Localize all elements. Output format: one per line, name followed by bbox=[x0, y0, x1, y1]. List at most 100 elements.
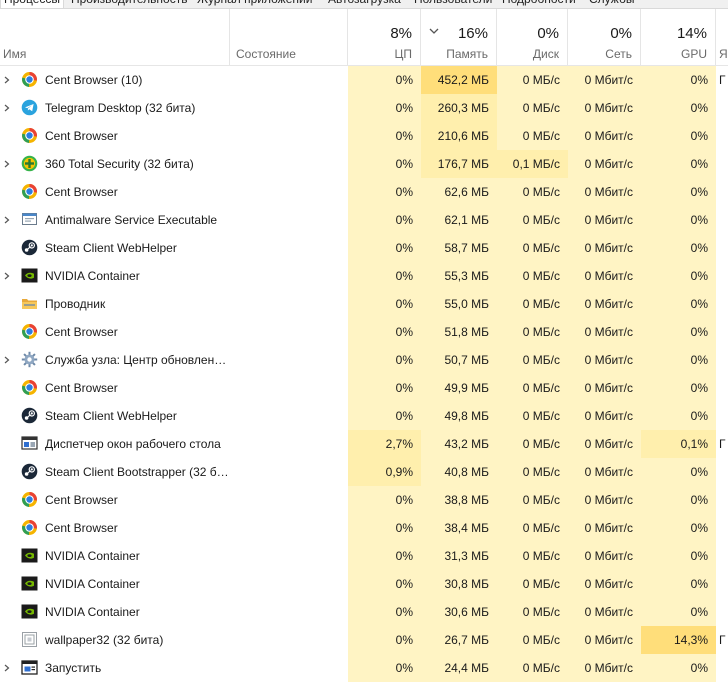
memory-value: 24,4 МБ bbox=[421, 654, 497, 682]
process-row[interactable]: Служба узла: Центр обновлен… 0% 50,7 МБ 0 М… bbox=[0, 346, 728, 374]
gpu-engine-value bbox=[716, 570, 728, 598]
process-row[interactable]: Cent Browser 0% 49,9 МБ 0 МБ/с 0 Мбит/с 0% bbox=[0, 374, 728, 402]
header-disk-label: Диск bbox=[532, 47, 559, 61]
gpu-value: 0% bbox=[641, 570, 716, 598]
cent-browser-icon bbox=[22, 520, 37, 535]
header-gpu-engine-label: Я bbox=[719, 47, 728, 61]
process-row[interactable]: wallpaper32 (32 бита) 0% 26,7 МБ 0 МБ/с 0 Мб… bbox=[0, 626, 728, 654]
row-expand-cell[interactable] bbox=[0, 94, 16, 122]
memory-value: 38,4 МБ bbox=[421, 514, 497, 542]
process-row[interactable]: Проводник 0% 55,0 МБ 0 МБ/с 0 Мбит/с 0% bbox=[0, 290, 728, 318]
header-name[interactable]: Имя bbox=[0, 9, 230, 65]
memory-value: 49,9 МБ bbox=[421, 374, 497, 402]
cpu-value: 2,7% bbox=[348, 430, 421, 458]
process-row[interactable]: Cent Browser 0% 62,6 МБ 0 МБ/с 0 Мбит/с 0% bbox=[0, 178, 728, 206]
tab-services[interactable]: Службы bbox=[586, 0, 637, 8]
tab-startup[interactable]: Автозагрузка bbox=[325, 0, 404, 8]
process-row[interactable]: Steam Client Bootstrapper (32 б… 0,9% 40,8… bbox=[0, 458, 728, 486]
gpu-value: 0% bbox=[641, 206, 716, 234]
row-expand-cell[interactable] bbox=[0, 66, 16, 94]
cpu-value: 0% bbox=[348, 598, 421, 626]
process-row[interactable]: NVIDIA Container 0% 30,8 МБ 0 МБ/с 0 Мбит/с 0… bbox=[0, 570, 728, 598]
process-row[interactable]: Cent Browser (10) 0% 452,2 МБ 0 МБ/с 0 Мбит/… bbox=[0, 66, 728, 94]
network-value: 0 Мбит/с bbox=[568, 150, 641, 178]
process-name: 360 Total Security (32 бита) bbox=[45, 157, 194, 171]
row-expand-cell[interactable] bbox=[0, 150, 16, 178]
process-row[interactable]: Antimalware Service Executable 0% 62,1 МБ 0… bbox=[0, 206, 728, 234]
process-name: Служба узла: Центр обновлен… bbox=[45, 353, 227, 367]
process-name: wallpaper32 (32 бита) bbox=[45, 633, 164, 647]
process-row[interactable]: Диспетчер окон рабочего стола 2,7% 43,2 МБ… bbox=[0, 430, 728, 458]
network-value: 0 Мбит/с bbox=[568, 346, 641, 374]
process-name: Antimalware Service Executable bbox=[45, 213, 218, 227]
process-row[interactable]: Cent Browser 0% 38,8 МБ 0 МБ/с 0 Мбит/с 0% bbox=[0, 486, 728, 514]
row-expand-cell bbox=[0, 626, 16, 654]
cpu-value: 0% bbox=[348, 234, 421, 262]
row-expand-cell bbox=[0, 374, 16, 402]
gpu-value: 0% bbox=[641, 66, 716, 94]
gpu-value: 0% bbox=[641, 290, 716, 318]
process-row[interactable]: Cent Browser 0% 51,8 МБ 0 МБ/с 0 Мбит/с 0% bbox=[0, 318, 728, 346]
expand-chevron-icon[interactable] bbox=[4, 356, 10, 364]
expand-chevron-icon[interactable] bbox=[4, 160, 10, 168]
disk-value: 0 МБ/с bbox=[497, 542, 568, 570]
expand-chevron-icon[interactable] bbox=[4, 664, 10, 672]
tab-strip: Процессы Производительность Журнал прило… bbox=[0, 0, 728, 9]
process-row[interactable]: NVIDIA Container 0% 31,3 МБ 0 МБ/с 0 Мбит/с 0… bbox=[0, 542, 728, 570]
row-expand-cell[interactable] bbox=[0, 262, 16, 290]
process-row[interactable]: Steam Client WebHelper 0% 49,8 МБ 0 МБ/с 0 М… bbox=[0, 402, 728, 430]
row-expand-cell bbox=[0, 514, 16, 542]
gpu-value: 0% bbox=[641, 402, 716, 430]
tab-details[interactable]: Подробности bbox=[499, 0, 579, 8]
process-name: Steam Client Bootstrapper (32 б… bbox=[45, 465, 229, 479]
tab-performance[interactable]: Производительность bbox=[68, 0, 190, 8]
row-icon-cell bbox=[21, 430, 39, 458]
gpu-engine-value bbox=[716, 402, 728, 430]
tab-app-history[interactable]: Журнал приложений bbox=[194, 0, 315, 8]
gpu-value: 0% bbox=[641, 178, 716, 206]
process-row[interactable]: Telegram Desktop (32 бита) 0% 260,3 МБ 0 МБ… bbox=[0, 94, 728, 122]
memory-value: 26,7 МБ bbox=[421, 626, 497, 654]
network-value: 0 Мбит/с bbox=[568, 122, 641, 150]
expand-chevron-icon[interactable] bbox=[4, 76, 10, 84]
process-row[interactable]: NVIDIA Container 0% 55,3 МБ 0 МБ/с 0 Мбит/с 0… bbox=[0, 262, 728, 290]
row-expand-cell[interactable] bbox=[0, 206, 16, 234]
expand-chevron-icon[interactable] bbox=[4, 272, 10, 280]
header-status-label: Состояние bbox=[236, 47, 296, 61]
network-value: 0 Мбит/с bbox=[568, 374, 641, 402]
steam-icon bbox=[21, 239, 38, 256]
process-name: Cent Browser bbox=[45, 185, 118, 199]
process-row[interactable]: Cent Browser 0% 38,4 МБ 0 МБ/с 0 Мбит/с 0% bbox=[0, 514, 728, 542]
cpu-value: 0,9% bbox=[348, 458, 421, 486]
tab-users[interactable]: Пользователи bbox=[411, 0, 495, 8]
gpu-engine-value bbox=[716, 486, 728, 514]
process-row[interactable]: Cent Browser 0% 210,6 МБ 0 МБ/с 0 Мбит/с 0% bbox=[0, 122, 728, 150]
cpu-value: 0% bbox=[348, 262, 421, 290]
header-memory[interactable]: 16% Память bbox=[421, 9, 497, 65]
row-icon-cell bbox=[21, 654, 39, 682]
cpu-value: 0% bbox=[348, 346, 421, 374]
gpu-value: 0% bbox=[641, 122, 716, 150]
process-row[interactable]: 360 Total Security (32 бита) 0% 176,7 МБ 0,… bbox=[0, 150, 728, 178]
gpu-engine-value bbox=[716, 542, 728, 570]
process-row[interactable]: NVIDIA Container 0% 30,6 МБ 0 МБ/с 0 Мбит/с 0… bbox=[0, 598, 728, 626]
row-icon-cell bbox=[21, 570, 39, 598]
tab-processes[interactable]: Процессы bbox=[0, 0, 65, 8]
header-network[interactable]: 0% Сеть bbox=[568, 9, 641, 65]
sort-down-chevron-icon bbox=[429, 28, 439, 34]
gpu-value: 0% bbox=[641, 598, 716, 626]
row-expand-cell[interactable] bbox=[0, 654, 16, 682]
row-expand-cell[interactable] bbox=[0, 346, 16, 374]
header-disk[interactable]: 0% Диск bbox=[497, 9, 568, 65]
header-cpu[interactable]: 8% ЦП bbox=[348, 9, 421, 65]
disk-value: 0 МБ/с bbox=[497, 626, 568, 654]
header-gpu[interactable]: 14% GPU bbox=[641, 9, 716, 65]
header-status[interactable]: Состояние bbox=[230, 9, 348, 65]
expand-chevron-icon[interactable] bbox=[4, 104, 10, 112]
process-row[interactable]: Запустить 0% 24,4 МБ 0 МБ/с 0 Мбит/с 0% bbox=[0, 654, 728, 682]
row-expand-cell bbox=[0, 318, 16, 346]
process-row[interactable]: Steam Client WebHelper 0% 58,7 МБ 0 МБ/с 0 М… bbox=[0, 234, 728, 262]
telegram-icon bbox=[21, 99, 38, 116]
header-gpu-engine[interactable]: Я bbox=[716, 9, 728, 65]
expand-chevron-icon[interactable] bbox=[4, 216, 10, 224]
